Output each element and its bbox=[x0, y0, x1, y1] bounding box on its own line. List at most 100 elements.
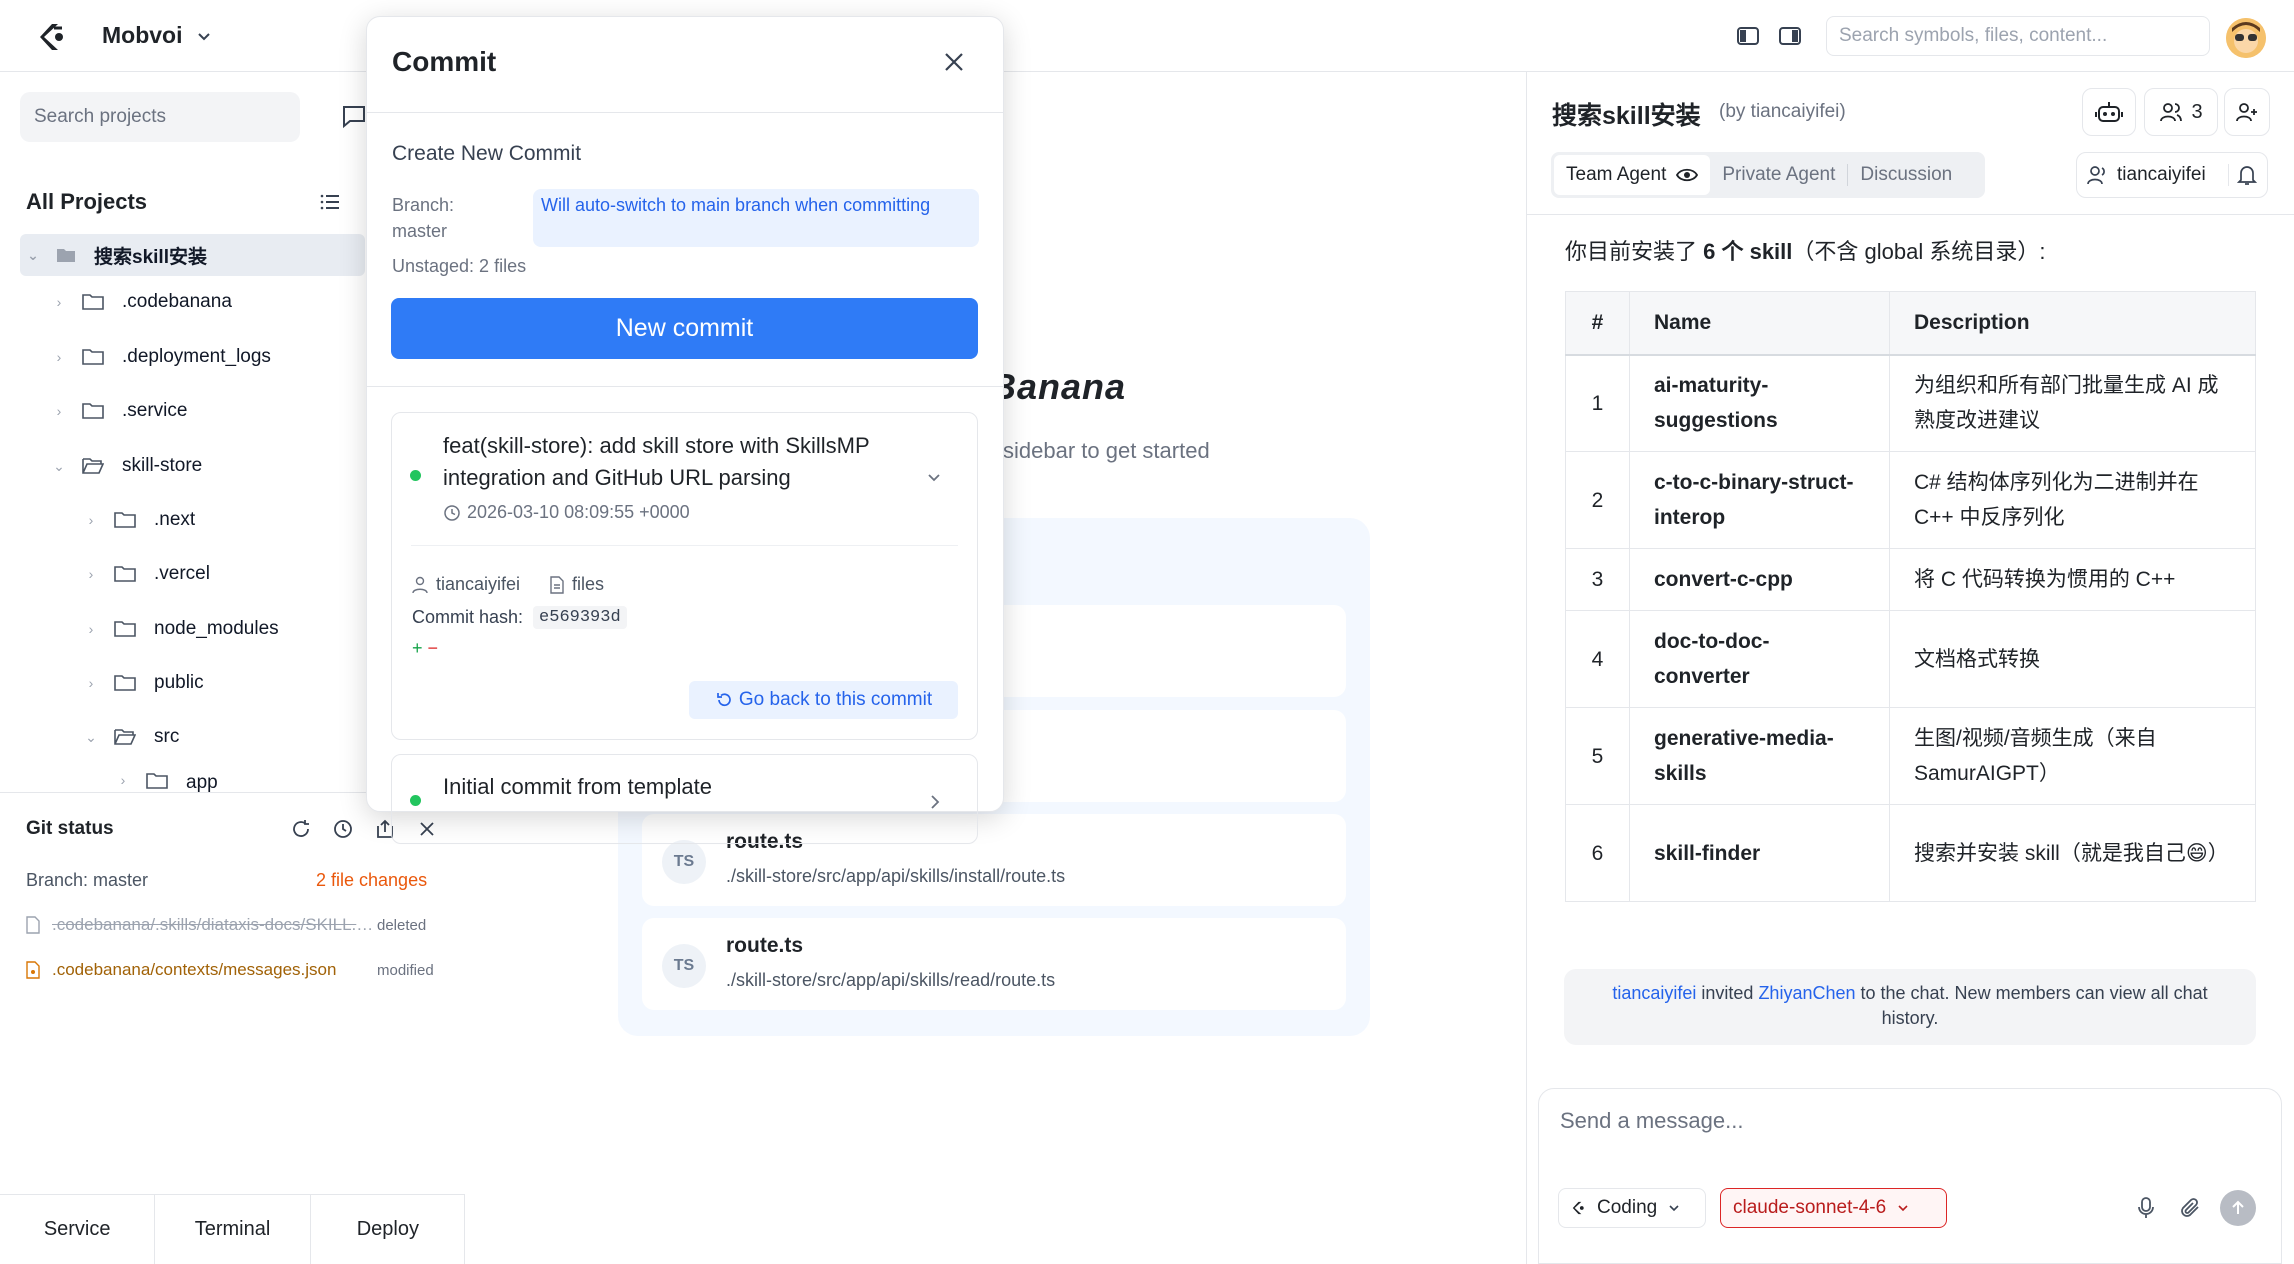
git-file-row[interactable]: .codebanana/.skills/diataxis-docs/SKILL.… bbox=[26, 915, 446, 935]
commit-author: tiancaiyifei bbox=[436, 574, 521, 594]
table-cell: 5 bbox=[1565, 707, 1630, 805]
tree-item[interactable]: ⌄ skill-store bbox=[50, 446, 202, 486]
chat-bubble-icon[interactable] bbox=[340, 102, 368, 130]
file-icon bbox=[550, 575, 564, 594]
search-projects-input[interactable]: Search projects bbox=[20, 92, 300, 142]
commit-status-dot bbox=[410, 470, 421, 481]
table-cell: 生图/视频/音频生成（来自 SamurAIGPT） bbox=[1889, 707, 2256, 805]
arrow-up-icon bbox=[2229, 1199, 2247, 1217]
chevron-down-icon bbox=[1667, 1201, 1681, 1215]
close-icon[interactable] bbox=[942, 50, 966, 74]
invitee-name[interactable]: ZhiyanChen bbox=[1758, 983, 1855, 1003]
folder-icon bbox=[114, 565, 136, 583]
tab-private-agent[interactable]: Private Agent bbox=[1710, 155, 1847, 195]
toggle-right-panel-icon[interactable] bbox=[1778, 24, 1802, 48]
add-member-button[interactable] bbox=[2224, 88, 2270, 136]
table-cell: 为组织和所有部门批量生成 AI 成熟度改进建议 bbox=[1889, 354, 2256, 452]
git-file-name: .codebanana/contexts/messages.json bbox=[52, 960, 337, 979]
history-icon[interactable] bbox=[332, 818, 354, 840]
list-icon[interactable] bbox=[318, 190, 342, 214]
send-button[interactable] bbox=[2220, 1190, 2256, 1226]
members-button[interactable]: 3 bbox=[2144, 88, 2218, 136]
tab-deploy[interactable]: Deploy bbox=[311, 1195, 465, 1264]
tree-item[interactable]: › .service bbox=[50, 391, 188, 431]
tree-item[interactable]: › public bbox=[82, 663, 204, 703]
tree-item-label: .codebanana bbox=[122, 291, 232, 312]
tab-team-agent[interactable]: Team Agent bbox=[1554, 155, 1711, 195]
chevron-right-icon: › bbox=[56, 349, 62, 365]
git-changes-count: 2 file changes bbox=[316, 870, 428, 890]
go-back-commit-button[interactable]: Go back to this commit bbox=[689, 681, 958, 719]
chevron-down-icon[interactable] bbox=[925, 468, 943, 486]
bell-icon[interactable] bbox=[2228, 164, 2257, 186]
commit-hash[interactable]: e569393d bbox=[533, 606, 627, 629]
paperclip-icon[interactable] bbox=[2180, 1196, 2202, 1220]
welcome-subtitle: sidebar to get started bbox=[1003, 438, 1210, 463]
user-avatar[interactable] bbox=[2226, 18, 2266, 58]
chevron-right-icon: › bbox=[56, 294, 62, 310]
tab-service[interactable]: Service bbox=[0, 1195, 156, 1264]
tree-root-project[interactable]: ⌄ 搜索skill安装 bbox=[20, 234, 365, 276]
microphone-icon[interactable] bbox=[2136, 1196, 2156, 1220]
clock-icon bbox=[443, 504, 461, 522]
table-cell: ai-maturity-suggestions bbox=[1629, 354, 1890, 452]
tree-item[interactable]: › app bbox=[114, 772, 218, 792]
tab-terminal[interactable]: Terminal bbox=[155, 1195, 311, 1264]
recent-file-name: route.ts bbox=[726, 934, 804, 957]
commit-hash-row: Commit hash: e569393d bbox=[412, 606, 627, 629]
mode-select[interactable]: Coding bbox=[1558, 1188, 1706, 1228]
chevron-right-icon[interactable] bbox=[928, 794, 942, 810]
folder-icon bbox=[146, 772, 168, 790]
app-logo-icon[interactable] bbox=[32, 18, 70, 56]
intro-bold: 6 个 skill bbox=[1703, 239, 1793, 264]
table-header-row: # Name Description bbox=[1565, 291, 2256, 356]
column-header: Name bbox=[1629, 291, 1890, 356]
tree-item[interactable]: › .next bbox=[82, 500, 196, 540]
tab-discussion[interactable]: Discussion bbox=[1848, 155, 1964, 195]
org-name[interactable]: Mobvoi bbox=[102, 22, 183, 49]
table-cell: skill-finder bbox=[1629, 804, 1890, 902]
tree-item[interactable]: › .deployment_logs bbox=[50, 337, 271, 377]
git-branch-label: Branch: master bbox=[26, 870, 149, 890]
tree-item[interactable]: ⌄ src bbox=[82, 717, 179, 757]
agent-bot-button[interactable] bbox=[2082, 88, 2136, 136]
chevron-down-icon: ⌄ bbox=[53, 457, 65, 474]
divider bbox=[366, 386, 1004, 387]
current-user-pill[interactable]: tiancaiyifei bbox=[2076, 152, 2268, 198]
tree-item[interactable]: › node_modules bbox=[82, 609, 279, 649]
table-cell: 文档格式转换 bbox=[1889, 610, 2256, 708]
folder-icon bbox=[56, 246, 76, 264]
modal-title: Commit bbox=[392, 46, 497, 77]
tree-item-label: public bbox=[154, 672, 204, 693]
model-label: claude-sonnet-4-6 bbox=[1733, 1197, 1887, 1218]
refresh-icon[interactable] bbox=[290, 818, 312, 840]
inviter-name[interactable]: tiancaiyifei bbox=[1612, 983, 1696, 1003]
table-cell: 4 bbox=[1565, 610, 1630, 708]
git-file-status: deleted bbox=[377, 916, 427, 934]
folder-icon bbox=[114, 511, 136, 529]
toggle-left-panel-icon[interactable] bbox=[1736, 24, 1760, 48]
git-status-title: Git status bbox=[26, 818, 114, 839]
recent-file-path: ./skill-store/src/app/api/skills/read/ro… bbox=[726, 970, 1056, 990]
message-input[interactable]: Send a message... bbox=[1560, 1108, 1743, 1134]
branch-info: Branch: master bbox=[392, 192, 454, 244]
system-invite-message: tiancaiyifei invited ZhiyanChen to the c… bbox=[1564, 969, 2256, 1045]
file-icon bbox=[26, 961, 40, 979]
global-search-input[interactable]: Search symbols, files, content... bbox=[1826, 16, 2210, 56]
table-cell: doc-to-doc-converter bbox=[1629, 610, 1890, 708]
chevron-down-icon[interactable] bbox=[196, 28, 212, 44]
new-commit-button[interactable]: New commit bbox=[391, 298, 978, 359]
table-row: 4 doc-to-doc-converter 文档格式转换 bbox=[1565, 610, 2256, 708]
chevron-right-icon: › bbox=[88, 566, 94, 582]
tree-item[interactable]: › .vercel bbox=[82, 554, 210, 594]
eye-icon[interactable] bbox=[1676, 167, 1699, 183]
git-file-row[interactable]: .codebanana/contexts/messages.json modif… bbox=[26, 960, 446, 980]
branch-label: Branch: bbox=[392, 195, 455, 215]
tree-item-label: src bbox=[154, 726, 180, 747]
recent-file-item[interactable]: TS route.ts ./skill-store/src/app/api/sk… bbox=[642, 918, 1346, 1010]
table-cell: convert-c-cpp bbox=[1629, 548, 1890, 611]
chevron-right-icon: › bbox=[120, 772, 126, 788]
model-select[interactable]: claude-sonnet-4-6 bbox=[1720, 1188, 1947, 1228]
create-commit-heading: Create New Commit bbox=[392, 142, 582, 165]
tree-item[interactable]: › .codebanana bbox=[50, 282, 232, 322]
